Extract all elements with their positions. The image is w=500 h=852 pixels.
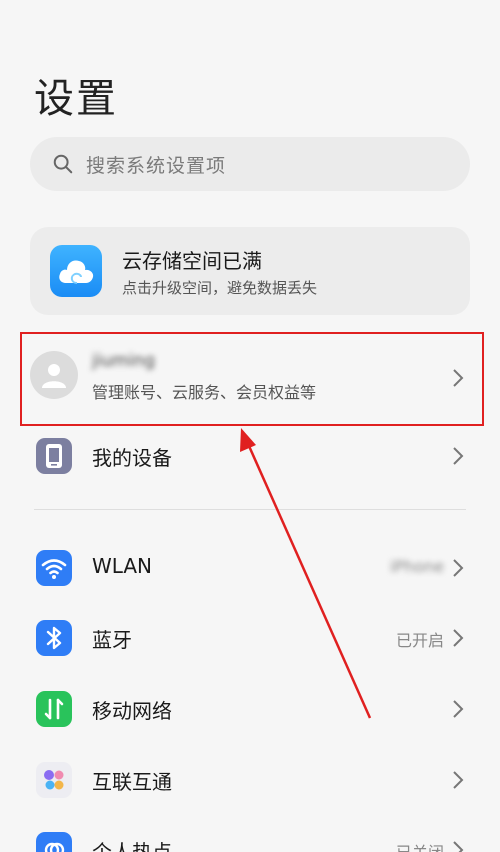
chevron-right-icon bbox=[453, 629, 464, 647]
account-name: jiuming bbox=[92, 351, 156, 371]
divider bbox=[34, 509, 466, 510]
search-placeholder: 搜索系统设置项 bbox=[86, 154, 227, 177]
chevron-right-icon bbox=[453, 700, 464, 718]
item-label: WLAN bbox=[92, 554, 153, 578]
cloud-storage-card[interactable]: 云存储空间已满 点击升级空间，避免数据丢失 bbox=[30, 227, 470, 315]
settings-item-interconnect[interactable]: 互联互通 bbox=[0, 756, 500, 816]
chevron-right-icon bbox=[453, 841, 464, 852]
item-value: iPhone bbox=[389, 557, 444, 576]
item-label: 个人热点 bbox=[92, 840, 172, 852]
mobile-network-icon bbox=[36, 691, 72, 727]
chevron-right-icon bbox=[453, 559, 464, 577]
item-value: 已开启 bbox=[395, 631, 444, 650]
settings-item-my-device[interactable]: 我的设备 bbox=[0, 432, 500, 492]
wifi-icon bbox=[36, 550, 72, 586]
search-bar[interactable]: 搜索系统设置项 bbox=[30, 137, 470, 191]
chevron-right-icon bbox=[453, 447, 464, 465]
chevron-right-icon bbox=[453, 771, 464, 789]
settings-item-mobile-network[interactable]: 移动网络 bbox=[0, 685, 500, 745]
user-icon bbox=[42, 364, 66, 388]
cloud-icon bbox=[50, 245, 102, 297]
cloud-card-title: 云存储空间已满 bbox=[122, 249, 262, 273]
account-row[interactable]: jiuming 管理账号、云服务、会员权益等 bbox=[20, 332, 484, 426]
chevron-right-icon bbox=[453, 369, 464, 387]
search-icon bbox=[53, 154, 73, 174]
hotspot-icon bbox=[36, 832, 72, 852]
device-icon bbox=[36, 438, 72, 474]
settings-item-bluetooth[interactable]: 蓝牙 已开启 bbox=[0, 614, 500, 674]
item-label: 互联互通 bbox=[92, 770, 172, 794]
bluetooth-icon bbox=[36, 620, 72, 656]
item-label: 移动网络 bbox=[92, 699, 172, 723]
cloud-card-subtitle: 点击升级空间，避免数据丢失 bbox=[122, 279, 318, 297]
settings-item-hotspot[interactable]: 个人热点 已关闭 bbox=[0, 826, 500, 852]
avatar bbox=[30, 351, 78, 399]
interconnect-icon bbox=[36, 762, 72, 798]
account-subtitle: 管理账号、云服务、会员权益等 bbox=[92, 383, 317, 402]
item-label: 蓝牙 bbox=[92, 628, 132, 652]
item-label: 我的设备 bbox=[92, 446, 172, 470]
page-title: 设置 bbox=[34, 76, 118, 122]
settings-item-wlan[interactable]: WLAN iPhone bbox=[0, 544, 500, 604]
item-value: 已关闭 bbox=[396, 839, 444, 852]
